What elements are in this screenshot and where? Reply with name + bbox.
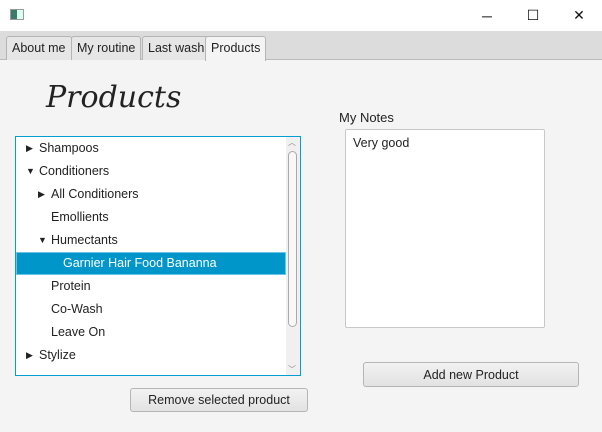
- minimize-button[interactable]: ─: [464, 0, 510, 31]
- expand-arrow-icon[interactable]: ▶: [38, 183, 45, 206]
- tree-item-label: Co-Wash: [51, 302, 103, 316]
- tree-item-leave-on[interactable]: Leave On: [16, 321, 286, 344]
- tree-item-emollients[interactable]: Emollients: [16, 206, 286, 229]
- tree-item-humectants[interactable]: ▼ Humectants: [16, 229, 286, 252]
- tree-item-label: Stylize: [39, 348, 76, 362]
- scroll-down-icon[interactable]: ﹀: [288, 364, 296, 375]
- scrollbar-thumb[interactable]: [288, 151, 297, 327]
- collapse-arrow-icon[interactable]: ▼: [26, 160, 35, 183]
- tab-strip: About me My routine Last wash Products: [0, 31, 602, 61]
- scroll-up-icon[interactable]: ︿: [288, 137, 296, 148]
- app-icon: [10, 9, 24, 20]
- tree-item-stylize[interactable]: ▶ Stylize: [16, 344, 286, 367]
- tree-item-label: All Conditioners: [51, 187, 139, 201]
- tree-item-label: Conditioners: [39, 164, 110, 178]
- notes-textarea[interactable]: Very good: [345, 129, 545, 328]
- page-title: Products: [46, 80, 182, 115]
- title-bar: ─ ☐ ✕: [0, 0, 602, 31]
- add-product-button[interactable]: Add new Product: [363, 362, 579, 387]
- tree-item-protein[interactable]: Protein: [16, 275, 286, 298]
- maximize-button[interactable]: ☐: [510, 0, 556, 31]
- tree-item-label: Humectants: [51, 233, 118, 247]
- vertical-scrollbar[interactable]: ︿ ﹀: [286, 137, 300, 375]
- tree-item-shampoos[interactable]: ▶ Shampoos: [16, 137, 286, 160]
- tree-item-co-wash[interactable]: Co-Wash: [16, 298, 286, 321]
- tree-item-garnier-hair-food[interactable]: Garnier Hair Food Bananna: [16, 252, 286, 275]
- tree-item-conditioners[interactable]: ▼ Conditioners: [16, 160, 286, 183]
- close-button[interactable]: ✕: [556, 0, 602, 31]
- tree-item-label: Emollients: [51, 210, 109, 224]
- expand-arrow-icon[interactable]: ▶: [26, 137, 33, 160]
- product-tree[interactable]: ▶ Shampoos ▼ Conditioners ▶ All Conditioner…: [15, 136, 301, 376]
- collapse-arrow-icon[interactable]: ▼: [38, 229, 47, 252]
- remove-product-button[interactable]: Remove selected product: [130, 388, 308, 412]
- tab-last-wash[interactable]: Last wash: [142, 36, 211, 60]
- tree-item-label: Shampoos: [39, 141, 99, 155]
- tab-about-me[interactable]: About me: [6, 36, 72, 60]
- expand-arrow-icon[interactable]: ▶: [26, 344, 33, 367]
- tree-item-label: Protein: [51, 279, 91, 293]
- tab-my-routine[interactable]: My routine: [71, 36, 142, 60]
- notes-label: My Notes: [339, 110, 394, 125]
- tree-item-label: Garnier Hair Food Bananna: [63, 256, 217, 270]
- tree-item-label: Leave On: [51, 325, 106, 339]
- tab-products[interactable]: Products: [205, 36, 267, 61]
- tree-item-all-conditioners[interactable]: ▶ All Conditioners: [16, 183, 286, 206]
